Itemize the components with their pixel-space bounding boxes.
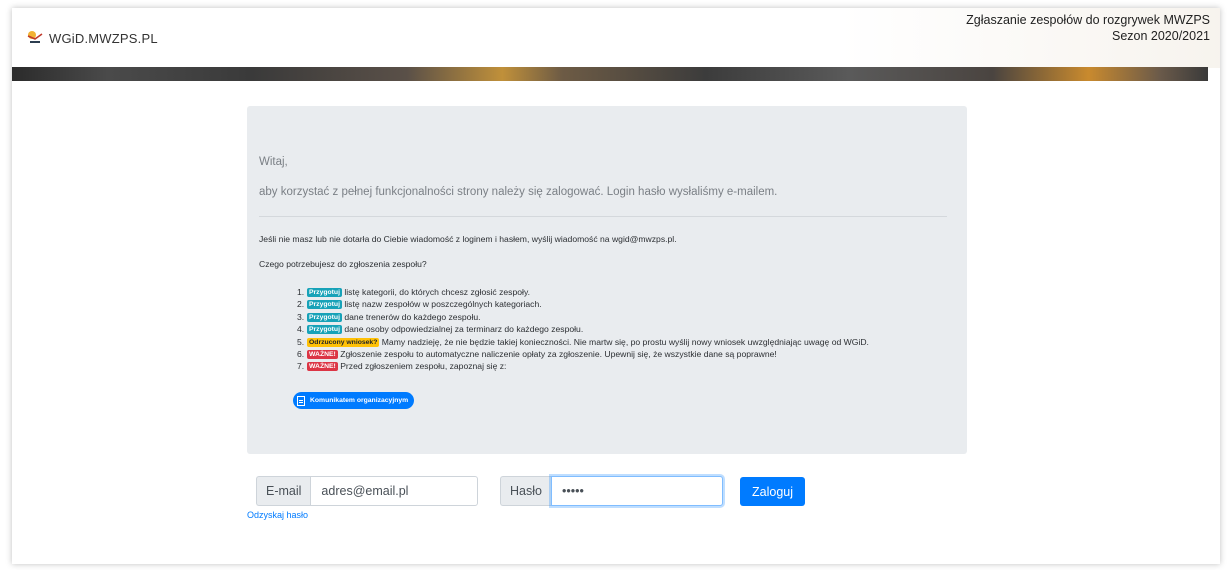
important-badge: WAŻNE! bbox=[307, 350, 338, 360]
login-instruction: aby korzystać z pełnej funkcjonalności s… bbox=[259, 186, 778, 198]
requirements-list: 1. Przygotuj listę kategorii, do których … bbox=[297, 286, 869, 373]
organizational-notice-label: Komunikatem organizacyjnym bbox=[310, 397, 409, 404]
prepare-badge: Przygotuj bbox=[307, 300, 342, 310]
list-item: 4. Przygotuj dane osoby odpowiedzialnej z… bbox=[297, 324, 584, 335]
rejected-badge: Odrzucony wniosek? bbox=[307, 337, 380, 347]
requirements-heading: Czego potrzebujesz do zgłoszenia zespołu… bbox=[259, 259, 427, 269]
brand-name: WGiD.MWZPS.PL bbox=[49, 30, 158, 46]
top-navbar: WGiD.MWZPS.PL Zgłaszanie zespołów do roz… bbox=[12, 8, 1220, 81]
email-input[interactable] bbox=[310, 476, 479, 506]
prepare-badge: Przygotuj bbox=[307, 325, 342, 335]
page-title-season: Sezon 2020/2021 bbox=[1111, 29, 1210, 43]
divider bbox=[259, 216, 947, 217]
page-title: Zgłaszanie zespołów do rozgrywek MWZPS S… bbox=[966, 12, 1210, 44]
important-badge: WAŻNE! bbox=[307, 362, 338, 372]
header-banner-image bbox=[12, 67, 1208, 81]
contact-info: Jeśli nie masz lub nie dotarła do Ciebie… bbox=[259, 234, 677, 244]
organizational-notice-button[interactable]: Komunikatem organizacyjnym bbox=[293, 392, 415, 409]
list-item: 1. Przygotuj listę kategorii, do których … bbox=[297, 287, 530, 297]
recover-password-link[interactable]: Odzyskaj hasło bbox=[247, 510, 308, 520]
brand-link[interactable]: WGiD.MWZPS.PL bbox=[26, 30, 158, 46]
email-label: E-mail bbox=[256, 476, 311, 506]
prepare-badge: Przygotuj bbox=[307, 288, 342, 297]
volleyball-logo-icon bbox=[27, 31, 43, 43]
list-item: 7. WAŻNE! Przed zgłoszeniem zespołu, zapo… bbox=[297, 361, 507, 372]
list-item: 2. Przygotuj listę nazw zespołów w poszcz… bbox=[297, 299, 542, 310]
list-item: 3. Przygotuj dane trenerów do każdego zes… bbox=[297, 311, 481, 322]
password-label: Hasło bbox=[500, 476, 551, 506]
login-button[interactable]: Zaloguj bbox=[740, 477, 805, 506]
page-title-line1: Zgłaszanie zespołów do rozgrywek MWZPS bbox=[966, 13, 1210, 27]
list-item: 6. WAŻNE! Zgłoszenie zespołu to automatyc… bbox=[297, 349, 777, 360]
password-input-group: Hasło bbox=[500, 476, 723, 506]
prepare-badge: Przygotuj bbox=[307, 312, 342, 322]
greeting-text: Witaj, bbox=[259, 156, 288, 168]
list-item: 5. Odrzucony wniosek? Mamy nadzieję, że n… bbox=[297, 336, 869, 347]
document-icon bbox=[297, 395, 305, 406]
email-input-group: E-mail bbox=[256, 476, 479, 506]
password-input[interactable] bbox=[550, 476, 723, 506]
welcome-panel: Witaj, aby korzystać z pełnej funkcjonal… bbox=[247, 106, 967, 454]
